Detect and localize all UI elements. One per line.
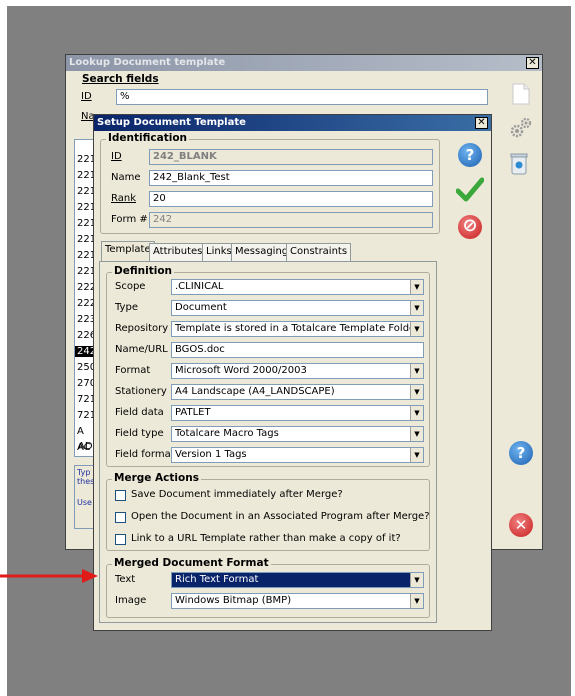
rank-label: Rank: [111, 193, 136, 204]
identification-label: Identification: [106, 132, 190, 144]
scope-select[interactable]: .CLINICAL ▼: [171, 279, 424, 295]
merged-format-label: Merged Document Format: [112, 557, 271, 569]
field-type-label: Field type: [115, 428, 164, 439]
name-url-label: Name/URL: [115, 344, 168, 355]
gears-icon[interactable]: [509, 115, 533, 139]
lookup-window-title: Lookup Document template: [69, 57, 226, 68]
list-item[interactable]: AD: [78, 441, 93, 452]
form-number-field: 242: [149, 212, 433, 228]
search-fields-label: Search fields: [80, 73, 161, 85]
chevron-down-icon[interactable]: ▼: [410, 364, 423, 378]
id-label: ID: [111, 151, 122, 162]
setup-dialog-titlebar: Setup Document Template ✕: [94, 115, 491, 131]
type-select[interactable]: Document ▼: [171, 300, 424, 316]
field-type-value: Totalcare Macro Tags: [175, 428, 279, 439]
lookup-window-titlebar: Lookup Document template ✕: [66, 55, 542, 71]
type-value: Document: [175, 302, 227, 313]
link-url-template-checkbox[interactable]: [115, 534, 126, 545]
cancel-icon[interactable]: ⊘: [458, 215, 482, 239]
chevron-down-icon[interactable]: ▼: [410, 301, 423, 315]
text-format-select[interactable]: Rich Text Format ▼: [171, 572, 424, 588]
id-field: 242_BLANK: [149, 149, 433, 165]
chevron-down-icon[interactable]: ▼: [410, 427, 423, 441]
open-after-merge-checkbox[interactable]: [115, 512, 126, 523]
setup-dialog-title: Setup Document Template: [97, 117, 246, 128]
chevron-down-icon[interactable]: ▼: [410, 322, 423, 336]
new-document-icon[interactable]: [512, 83, 530, 105]
field-format-select[interactable]: Version 1 Tags ▼: [171, 447, 424, 463]
stationery-value: A4 Landscape (A4_LANDSCAPE): [175, 386, 335, 397]
annotation-arrow: [0, 567, 100, 585]
format-value: Microsoft Word 2000/2003: [175, 365, 307, 376]
setup-document-dialog: Setup Document Template ✕ Identification…: [93, 114, 492, 631]
chevron-down-icon[interactable]: ▼: [410, 594, 423, 608]
image-format-value: Windows Bitmap (BMP): [175, 595, 292, 606]
text-format-label: Text: [115, 574, 136, 585]
search-id-label: ID: [81, 91, 92, 102]
name-input[interactable]: 242_Blank_Test: [149, 170, 433, 186]
chevron-down-icon[interactable]: ▼: [410, 406, 423, 420]
save-after-merge-label[interactable]: Save Document immediately after Merge?: [131, 489, 343, 500]
scope-value: .CLINICAL: [175, 281, 224, 292]
tab-constraints[interactable]: Constraints: [286, 243, 352, 261]
definition-label: Definition: [112, 265, 175, 277]
recycle-bin-icon[interactable]: [510, 153, 528, 175]
open-after-merge-label[interactable]: Open the Document in an Associated Progr…: [131, 511, 430, 522]
repository-label: Repository: [115, 323, 169, 334]
hint-line: Typ: [77, 468, 91, 477]
ok-checkmark-icon[interactable]: [455, 177, 485, 203]
stationery-select[interactable]: A4 Landscape (A4_LANDSCAPE) ▼: [171, 384, 424, 400]
chevron-down-icon[interactable]: ▼: [410, 385, 423, 399]
link-url-template-label[interactable]: Link to a URL Template rather than make …: [131, 533, 401, 544]
hint-line: thes: [77, 477, 95, 486]
field-data-select[interactable]: PATLET ▼: [171, 405, 424, 421]
chevron-down-icon[interactable]: ▼: [410, 448, 423, 462]
repository-select[interactable]: Template is stored in a Totalcare Templa…: [171, 321, 424, 337]
help-icon[interactable]: ?: [509, 441, 533, 465]
chevron-down-icon[interactable]: ▼: [410, 573, 423, 587]
tab-template[interactable]: Template: [101, 241, 155, 261]
tab-strip: Template Attributes Links Messaging Cons…: [101, 241, 431, 263]
merge-actions-label: Merge Actions: [112, 472, 201, 484]
field-data-label: Field data: [115, 407, 164, 418]
name-url-input[interactable]: BGOS.doc: [171, 342, 424, 358]
format-label: Format: [115, 365, 151, 376]
format-select[interactable]: Microsoft Word 2000/2003 ▼: [171, 363, 424, 379]
chevron-down-icon[interactable]: ▼: [410, 280, 423, 294]
field-format-label: Field format: [115, 449, 175, 460]
hint-line: Use: [77, 498, 92, 507]
rank-input[interactable]: 20: [149, 191, 433, 207]
text-format-value: Rich Text Format: [175, 574, 259, 585]
search-id-input[interactable]: %: [116, 89, 488, 105]
scope-label: Scope: [115, 281, 146, 292]
form-number-label: Form #: [111, 214, 148, 225]
save-after-merge-checkbox[interactable]: [115, 490, 126, 501]
tab-messaging[interactable]: Messaging: [231, 243, 293, 261]
setup-close-icon[interactable]: ✕: [475, 117, 488, 129]
field-data-value: PATLET: [175, 407, 211, 418]
help-icon[interactable]: ?: [458, 143, 482, 167]
name-label: Name: [111, 172, 141, 183]
type-label: Type: [115, 302, 138, 313]
list-item[interactable]: A: [77, 426, 84, 437]
repository-value: Template is stored in a Totalcare Templa…: [175, 323, 420, 334]
image-format-select[interactable]: Windows Bitmap (BMP) ▼: [171, 593, 424, 609]
field-format-value: Version 1 Tags: [175, 449, 247, 460]
lookup-close-icon[interactable]: ✕: [526, 57, 539, 69]
image-format-label: Image: [115, 595, 147, 606]
close-cancel-icon[interactable]: ✕: [509, 513, 533, 537]
tab-attributes[interactable]: Attributes: [149, 243, 207, 261]
stationery-label: Stationery: [115, 386, 167, 397]
field-type-select[interactable]: Totalcare Macro Tags ▼: [171, 426, 424, 442]
